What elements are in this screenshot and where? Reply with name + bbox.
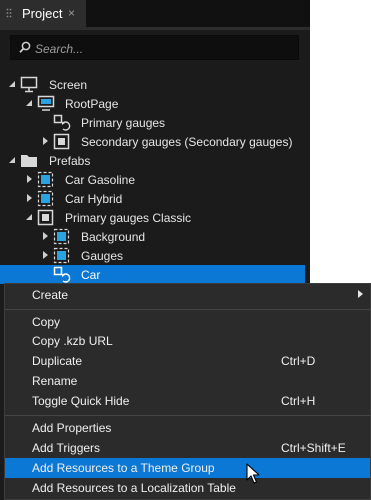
tree-row-background[interactable]: Background xyxy=(0,227,310,246)
menu-item-rename[interactable]: Rename xyxy=(5,371,370,391)
menu-item-label: Toggle Quick Hide xyxy=(32,394,130,408)
folder-icon xyxy=(21,155,37,167)
menu-item-label: Add Properties xyxy=(32,421,112,435)
node-blue-icon xyxy=(53,228,70,245)
menu-item-shortcut: Ctrl+D xyxy=(281,354,316,368)
tree-label: Prefabs xyxy=(49,154,91,168)
tab-bar: Project × xyxy=(0,0,310,27)
menu-item-add-triggers[interactable]: Add Triggers Ctrl+Shift+E xyxy=(5,438,370,458)
node-icon xyxy=(37,209,54,226)
tree-label: Secondary gauges (Secondary gauges) xyxy=(81,135,293,149)
tree-label: Car Hybrid xyxy=(65,192,123,206)
menu-item-add-properties[interactable]: Add Properties xyxy=(5,418,370,438)
menu-separator xyxy=(5,309,370,310)
menu-item-add-resources-theme-group[interactable]: Add Resources to a Theme Group xyxy=(5,458,370,478)
node-blue-icon xyxy=(37,190,54,207)
tree-label: Primary gauges xyxy=(81,116,166,130)
expanded-arrow-icon[interactable] xyxy=(24,98,34,108)
tree-label: Car xyxy=(81,268,101,282)
menu-item-toggle-quick-hide[interactable]: Toggle Quick Hide Ctrl+H xyxy=(5,391,370,411)
expanded-arrow-icon[interactable] xyxy=(7,79,17,89)
menu-item-label: Copy xyxy=(32,315,61,329)
tree-row-car-hybrid[interactable]: Car Hybrid xyxy=(0,189,310,208)
prefab-placeholder-icon xyxy=(53,266,71,283)
submenu-arrow-icon xyxy=(358,290,363,298)
menu-item-label: Duplicate xyxy=(32,354,83,368)
tree-row-gauges[interactable]: Gauges xyxy=(0,246,310,265)
menu-item-create[interactable]: Create xyxy=(5,285,370,305)
close-tab-icon[interactable]: × xyxy=(68,6,75,20)
tree-row-prefabs[interactable]: Prefabs xyxy=(0,151,310,170)
tree-label: RootPage xyxy=(65,97,119,111)
prefab-placeholder-icon xyxy=(53,114,71,131)
menu-item-shortcut: Ctrl+Shift+E xyxy=(281,441,346,455)
tree-label: Background xyxy=(81,230,146,244)
expanded-arrow-icon[interactable] xyxy=(7,155,17,165)
expanded-arrow-icon[interactable] xyxy=(24,212,34,222)
tree-label: Primary gauges Classic xyxy=(65,211,192,225)
node-blue-icon xyxy=(37,171,54,188)
tab-underline xyxy=(0,27,310,30)
search-box[interactable] xyxy=(10,35,299,60)
collapsed-arrow-icon[interactable] xyxy=(40,136,50,146)
tree-label: Screen xyxy=(49,78,88,92)
tree-row-car-gasoline[interactable]: Car Gasoline xyxy=(0,170,310,189)
tab-project[interactable]: Project × xyxy=(0,0,86,27)
collapsed-arrow-icon[interactable] xyxy=(40,231,50,241)
screen-icon xyxy=(20,76,38,93)
node-blue-icon xyxy=(53,247,70,264)
menu-item-add-resources-localization-table[interactable]: Add Resources to a Localization Table xyxy=(5,478,370,498)
context-menu: Create Copy Copy .kzb URL Duplicate Ctrl… xyxy=(4,283,371,500)
menu-item-label: Add Triggers xyxy=(32,441,101,455)
collapsed-arrow-icon[interactable] xyxy=(24,193,34,203)
tab-title: Project xyxy=(22,6,63,21)
tree-row-screen[interactable]: Screen xyxy=(0,75,310,94)
tree-row-primary-gauges[interactable]: Primary gauges xyxy=(0,113,310,132)
mouse-pointer-icon xyxy=(246,463,260,484)
menu-item-label: Rename xyxy=(32,374,78,388)
tree-row-car-selected[interactable]: Car xyxy=(0,265,305,284)
tree-row-rootpage[interactable]: RootPage xyxy=(0,94,310,113)
menu-item-duplicate[interactable]: Duplicate Ctrl+D xyxy=(5,351,370,371)
search-input[interactable] xyxy=(33,39,287,58)
tree-label: Gauges xyxy=(81,249,124,263)
collapsed-arrow-icon[interactable] xyxy=(24,174,34,184)
drag-grip-icon[interactable] xyxy=(6,8,12,18)
tree-row-secondary-gauges[interactable]: Secondary gauges (Secondary gauges) xyxy=(0,132,310,151)
search-icon xyxy=(19,41,31,53)
menu-item-copy[interactable]: Copy xyxy=(5,312,370,332)
menu-item-label: Add Resources to a Localization Table xyxy=(32,481,236,495)
menu-item-label: Add Resources to a Theme Group xyxy=(32,461,215,475)
tree-row-primary-gauges-classic[interactable]: Primary gauges Classic xyxy=(0,208,310,227)
tree-label: Car Gasoline xyxy=(65,173,136,187)
menu-item-copy-kzb-url[interactable]: Copy .kzb URL xyxy=(5,331,370,351)
page-icon xyxy=(37,95,55,111)
node-icon xyxy=(53,133,70,150)
menu-item-label: Copy .kzb URL xyxy=(32,334,113,348)
menu-item-shortcut: Ctrl+H xyxy=(281,394,316,408)
menu-separator xyxy=(5,415,370,416)
collapsed-arrow-icon[interactable] xyxy=(40,250,50,260)
menu-item-label: Create xyxy=(32,288,69,302)
